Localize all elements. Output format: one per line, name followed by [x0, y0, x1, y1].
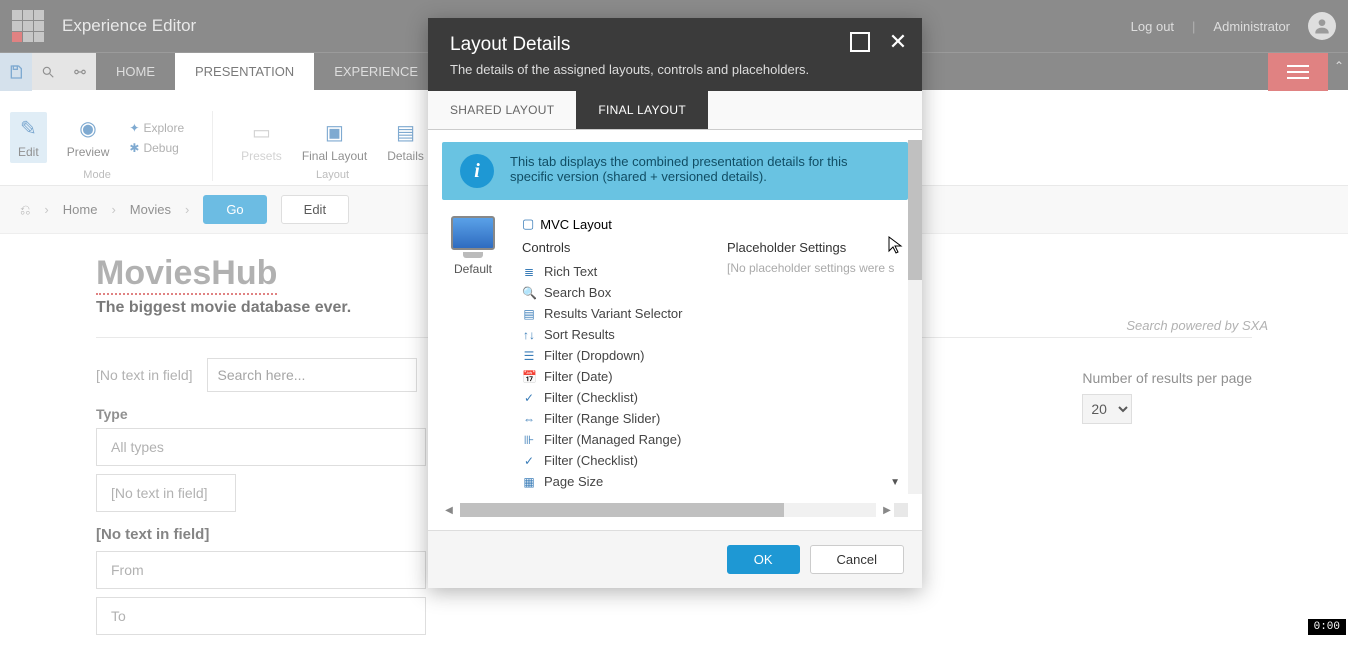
- control-search-box[interactable]: 🔍Search Box: [522, 282, 703, 303]
- cancel-button[interactable]: Cancel: [810, 545, 904, 574]
- checklist-icon: ✓: [522, 454, 536, 468]
- scrollbar-thumb[interactable]: [908, 140, 922, 280]
- control-rich-text[interactable]: ≣Rich Text: [522, 261, 703, 282]
- info-text: This tab displays the combined presentat…: [510, 154, 890, 184]
- control-filter-managed[interactable]: ⊪Filter (Managed Range): [522, 429, 703, 450]
- layout-details-dialog: Layout Details The details of the assign…: [428, 18, 922, 588]
- placeholder-heading: Placeholder Settings: [727, 240, 908, 255]
- pagesize-icon: ▦: [522, 475, 536, 489]
- monitor-icon: [451, 216, 495, 250]
- scroll-thumb[interactable]: [460, 503, 784, 517]
- modal-tabs: SHARED LAYOUT FINAL LAYOUT: [428, 91, 922, 130]
- calendar-icon: 📅: [522, 370, 536, 384]
- scroll-right-icon[interactable]: ▶: [880, 505, 894, 516]
- layout-name: MVC Layout: [540, 217, 612, 232]
- scroll-track[interactable]: [460, 503, 876, 517]
- controls-heading: Controls: [522, 240, 703, 255]
- control-filter-date[interactable]: 📅Filter (Date): [522, 366, 703, 387]
- scroll-left-icon[interactable]: ◀: [442, 505, 456, 516]
- variant-icon: ▤: [522, 307, 536, 321]
- managed-icon: ⊪: [522, 433, 536, 447]
- range-icon: ⇔: [522, 412, 536, 426]
- info-banner: i This tab displays the combined present…: [442, 142, 908, 200]
- horizontal-scrollbar[interactable]: ◀ ▶: [442, 502, 908, 518]
- chevron-down-icon[interactable]: ▼: [890, 477, 900, 488]
- tab-final-layout[interactable]: FINAL LAYOUT: [576, 91, 708, 129]
- layout-name-row[interactable]: ▢ MVC Layout: [522, 216, 908, 232]
- vertical-scrollbar[interactable]: [908, 140, 922, 494]
- sort-icon: ↑↓: [522, 328, 536, 342]
- scroll-corner: [894, 503, 908, 517]
- modal-title: Layout Details: [450, 34, 900, 56]
- maximize-button[interactable]: [850, 32, 870, 52]
- info-icon: i: [460, 154, 494, 188]
- control-sort-results[interactable]: ↑↓Sort Results: [522, 324, 703, 345]
- control-filter-checklist[interactable]: ✓Filter (Checklist): [522, 387, 703, 408]
- search-icon: 🔍: [522, 286, 536, 300]
- placeholder-empty: [No placeholder settings were s: [727, 261, 908, 275]
- timer-badge: 0:00: [1308, 619, 1346, 635]
- control-filter-range[interactable]: ⇔Filter (Range Slider): [522, 408, 703, 429]
- layout-icon: ▢: [522, 216, 534, 232]
- modal-header: Layout Details The details of the assign…: [428, 18, 922, 91]
- modal-footer: OK Cancel: [428, 530, 922, 588]
- control-filter-checklist2[interactable]: ✓Filter (Checklist): [522, 450, 703, 471]
- dropdown-icon: ☰: [522, 349, 536, 363]
- richtext-icon: ≣: [522, 265, 536, 279]
- ok-button[interactable]: OK: [727, 545, 800, 574]
- modal-subtitle: The details of the assigned layouts, con…: [450, 62, 900, 77]
- control-page-size[interactable]: ▦Page Size: [522, 471, 703, 492]
- control-filter-dropdown[interactable]: ☰Filter (Dropdown): [522, 345, 703, 366]
- device-label[interactable]: Default: [442, 262, 504, 276]
- tab-shared-layout[interactable]: SHARED LAYOUT: [428, 91, 576, 129]
- checklist-icon: ✓: [522, 391, 536, 405]
- modal-body: i This tab displays the combined present…: [428, 130, 922, 530]
- control-results-variant[interactable]: ▤Results Variant Selector: [522, 303, 703, 324]
- maximize-icon: [850, 32, 870, 52]
- close-button[interactable]: ✕: [888, 32, 908, 52]
